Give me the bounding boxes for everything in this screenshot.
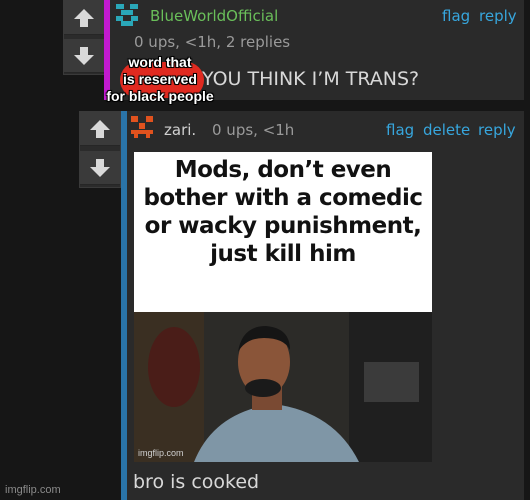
delete-link[interactable]: delete [423,121,470,139]
page-watermark: imgflip.com [5,484,61,496]
man-photo [134,312,432,462]
reply-link[interactable]: reply [478,121,516,139]
upvote-arrow-icon [90,119,110,138]
downvote-arrow-icon [90,158,110,177]
downvote-button[interactable] [80,151,120,185]
upvote-button[interactable] [80,112,120,146]
avatar [131,116,153,138]
image-watermark: imgflip.com [138,448,184,458]
meme-photo: imgflip.com [134,312,432,462]
comment-meta: 0 ups, <1h [212,121,295,139]
avatar-identicon [116,4,138,26]
vote-box-2 [79,111,121,188]
flag-link[interactable]: flag [386,121,414,139]
meme-caption: Mods, don’t even bother with a comedic o… [143,157,423,267]
upvote-button[interactable] [64,1,104,35]
reply-link[interactable]: reply [479,7,517,25]
avatar-identicon [131,116,153,138]
overlay-caption: word that is reserved for black people [106,54,214,104]
comment-2: zari. 0 ups, <1h flag delete reply Mods,… [127,111,524,500]
username[interactable]: BlueWorldOfficial [150,7,278,25]
comment-text: bro is cooked [133,471,260,493]
avatar [116,4,138,26]
comment-meta: 0 ups, <1h, 2 replies [134,33,291,51]
flag-link[interactable]: flag [442,7,470,25]
upvote-arrow-icon [74,8,94,27]
meme-image[interactable]: Mods, don’t even bother with a comedic o… [134,152,432,462]
username[interactable]: zari. [164,121,196,139]
comment-text: YOU THINK I’M TRANS? [202,68,420,90]
